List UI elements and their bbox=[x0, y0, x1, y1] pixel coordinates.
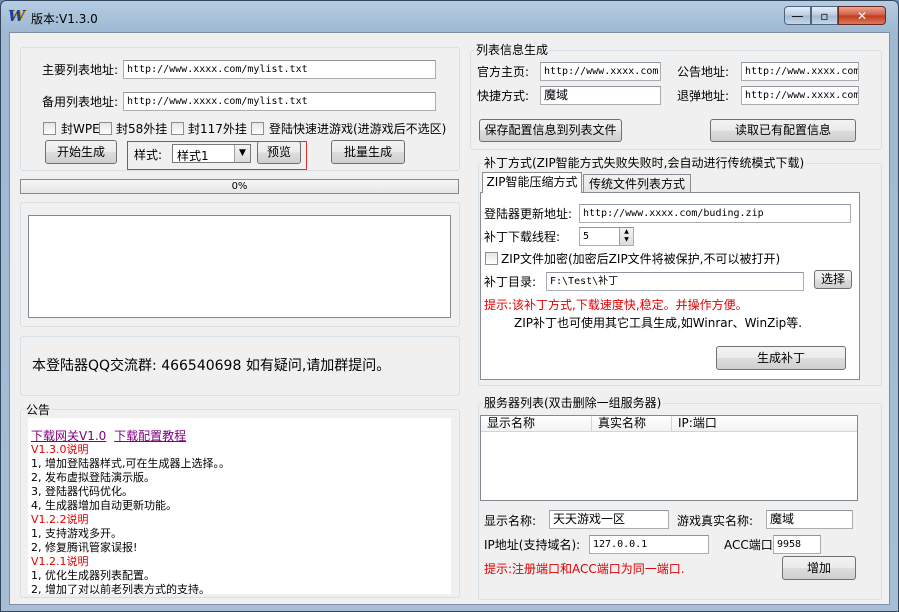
col-ip-port[interactable]: IP:端口 bbox=[672, 416, 857, 432]
log-textarea[interactable] bbox=[28, 215, 451, 318]
download-threads-label: 补丁下载线程: bbox=[484, 230, 561, 244]
official-site-input[interactable]: http://www.xxxx.com bbox=[540, 62, 661, 81]
add-server-button[interactable]: 增加 bbox=[782, 556, 856, 580]
batch-generate-button[interactable]: 批量生成 bbox=[331, 140, 405, 164]
block-117-label: 封117外挂 bbox=[188, 122, 247, 136]
notice-line: 4, 生成器增加自动更新功能。 bbox=[31, 499, 177, 512]
preview-button[interactable]: 预览 bbox=[257, 141, 301, 164]
patch-title: 补丁方式(ZIP智能方式失败失败时,会自动进行传统模式下载) bbox=[482, 156, 807, 170]
progress-bar: 0% bbox=[20, 179, 459, 194]
block-wpe-label: 封WPE bbox=[61, 122, 100, 136]
notice-address-input[interactable]: http://www.xxxx.com bbox=[741, 62, 859, 81]
notice-version-heading: V1.2.2说明 bbox=[31, 513, 89, 526]
notice-line: 3, 登陆器代码优化。 bbox=[31, 485, 133, 498]
notice-links-row: 下载网关V1.0 下载配置教程 bbox=[31, 429, 451, 443]
client-area: 主要列表地址: http://www.xxxx.com/mylist.txt 备… bbox=[9, 32, 890, 605]
server-tip: 提示:注册端口和ACC端口为同一端口. bbox=[484, 562, 685, 576]
shortcut-input[interactable]: 魔域 bbox=[540, 86, 661, 105]
notice-version-heading: V1.3.0说明 bbox=[31, 443, 89, 456]
bounce-address-input[interactable]: http://www.xxxx.com bbox=[741, 86, 859, 105]
block-58-checkbox[interactable] bbox=[99, 122, 112, 135]
block-wpe-checkbox[interactable] bbox=[43, 122, 56, 135]
real-name-label: 游戏真实名称: bbox=[677, 514, 754, 528]
updater-url-input[interactable]: http://www.xxxx.com/buding.zip bbox=[579, 204, 851, 223]
start-generate-button[interactable]: 开始生成 bbox=[45, 140, 117, 164]
quick-login-checkbox[interactable] bbox=[251, 122, 264, 135]
qq-info-text: 本登陆器QQ交流群: 466540698 如有疑问,请加群提问。 bbox=[32, 358, 391, 374]
bounce-address-label: 退弹地址: bbox=[677, 89, 730, 103]
window-title: 版本:V1.3.0 bbox=[31, 12, 98, 26]
backup-list-input[interactable]: http://www.xxxx.com/mylist.txt bbox=[123, 92, 436, 111]
ip-address-label: IP地址(支持域名): bbox=[484, 538, 581, 552]
backup-list-label: 备用列表地址: bbox=[42, 95, 119, 109]
server-list-title: 服务器列表(双击删除一组服务器) bbox=[482, 396, 664, 410]
main-list-label: 主要列表地址: bbox=[42, 63, 119, 77]
notice-line: 2, 修复腾讯管家误报! bbox=[31, 541, 138, 554]
main-list-input[interactable]: http://www.xxxx.com/mylist.txt bbox=[123, 60, 436, 79]
maximize-button[interactable]: ▫ bbox=[811, 6, 838, 25]
display-name-label: 显示名称: bbox=[484, 514, 537, 528]
shortcut-label: 快捷方式: bbox=[477, 89, 530, 103]
display-name-input[interactable]: 天天游戏一区 bbox=[549, 510, 669, 529]
minimize-button[interactable]: — bbox=[784, 6, 811, 25]
notice-line: 1, 支持游戏多开。 bbox=[31, 527, 122, 540]
close-button[interactable]: ✕ bbox=[838, 6, 886, 25]
notice-title: 公告 bbox=[24, 403, 53, 417]
style-select-value: 样式1 bbox=[177, 149, 209, 163]
patch-tip-red: 提示:该补丁方式,下载速度快,稳定。并操作方便。 bbox=[484, 298, 748, 312]
style-select[interactable]: 样式1 ▼ bbox=[172, 144, 251, 163]
quick-login-label: 登陆快速进游戏(进游戏后不选区) bbox=[269, 122, 447, 136]
notice-line: 2, 增加了对以前老列表方式的支持。 bbox=[31, 583, 210, 594]
read-config-button[interactable]: 读取已有配置信息 bbox=[710, 119, 856, 142]
server-list-table[interactable]: 显示名称 真实名称 IP:端口 bbox=[480, 415, 858, 501]
notice-address-label: 公告地址: bbox=[677, 65, 730, 79]
download-tutorial-link[interactable]: 下载配置教程 bbox=[114, 429, 186, 443]
acc-port-input[interactable]: 9958 bbox=[773, 535, 821, 554]
app-window: W 版本:V1.3.0 — ▫ ✕ 主要列表地址: http://www.xxx… bbox=[0, 0, 899, 612]
acc-port-label: ACC端口: bbox=[724, 538, 777, 552]
patch-dir-label: 补丁目录: bbox=[484, 275, 537, 289]
threads-spinner[interactable]: ▲ ▼ bbox=[619, 228, 633, 245]
tab-traditional-list[interactable]: 传统文件列表方式 bbox=[583, 174, 691, 194]
notice-line: 1, 增加登陆器样式,可在生成器上选择。。 bbox=[31, 457, 230, 470]
title-bar[interactable]: W 版本:V1.3.0 — ▫ ✕ bbox=[1, 1, 898, 31]
style-label: 样式: bbox=[134, 148, 163, 162]
block-58-label: 封58外挂 bbox=[116, 122, 168, 136]
maximize-icon: ▫ bbox=[820, 9, 829, 23]
block-117-checkbox[interactable] bbox=[171, 122, 184, 135]
save-config-button[interactable]: 保存配置信息到列表文件 bbox=[479, 119, 622, 142]
minimize-icon: — bbox=[791, 9, 804, 23]
patch-dir-input[interactable]: F:\Test\补丁 bbox=[546, 272, 804, 291]
list-info-title: 列表信息生成 bbox=[474, 43, 551, 57]
choose-dir-button[interactable]: 选择 bbox=[814, 270, 852, 289]
chevron-down-icon: ▼ bbox=[234, 145, 250, 162]
updater-url-label: 登陆器更新地址: bbox=[484, 207, 573, 221]
spin-up-icon[interactable]: ▲ bbox=[620, 228, 633, 236]
progress-text: 0% bbox=[231, 181, 248, 192]
spin-down-icon[interactable]: ▼ bbox=[620, 236, 633, 244]
patch-tip-normal: ZIP补丁也可使用其它工具生成,如Winrar、WinZip等. bbox=[514, 316, 803, 330]
ip-address-input[interactable]: 127.0.0.1 bbox=[589, 535, 709, 554]
notice-version-heading: V1.2.1说明 bbox=[31, 555, 89, 568]
col-display-name[interactable]: 显示名称 bbox=[481, 416, 592, 432]
notice-panel: 下载网关V1.0 下载配置教程 V1.3.0说明 1, 增加登陆器样式,可在生成器… bbox=[28, 418, 451, 594]
col-real-name[interactable]: 真实名称 bbox=[592, 416, 672, 432]
close-icon: ✕ bbox=[856, 9, 868, 23]
download-gateway-link[interactable]: 下载网关V1.0 bbox=[31, 429, 106, 443]
notice-line: 1, 优化生成器列表配置。 bbox=[31, 569, 155, 582]
notice-line: 2, 发布虚拟登陆演示版。 bbox=[31, 471, 155, 484]
app-logo-icon: W bbox=[8, 7, 25, 25]
patch-tab-seam bbox=[483, 191, 581, 193]
real-name-input[interactable]: 魔域 bbox=[766, 510, 853, 529]
notice-lines: V1.3.0说明 1, 增加登陆器样式,可在生成器上选择。。 2, 发布虚拟登陆演示… bbox=[31, 443, 451, 594]
generate-patch-button[interactable]: 生成补丁 bbox=[716, 346, 846, 370]
official-site-label: 官方主页: bbox=[477, 65, 530, 79]
zip-encrypt-checkbox[interactable] bbox=[485, 252, 498, 265]
zip-encrypt-label: ZIP文件加密(加密后ZIP文件将被保护,不可以被打开) bbox=[501, 252, 781, 266]
